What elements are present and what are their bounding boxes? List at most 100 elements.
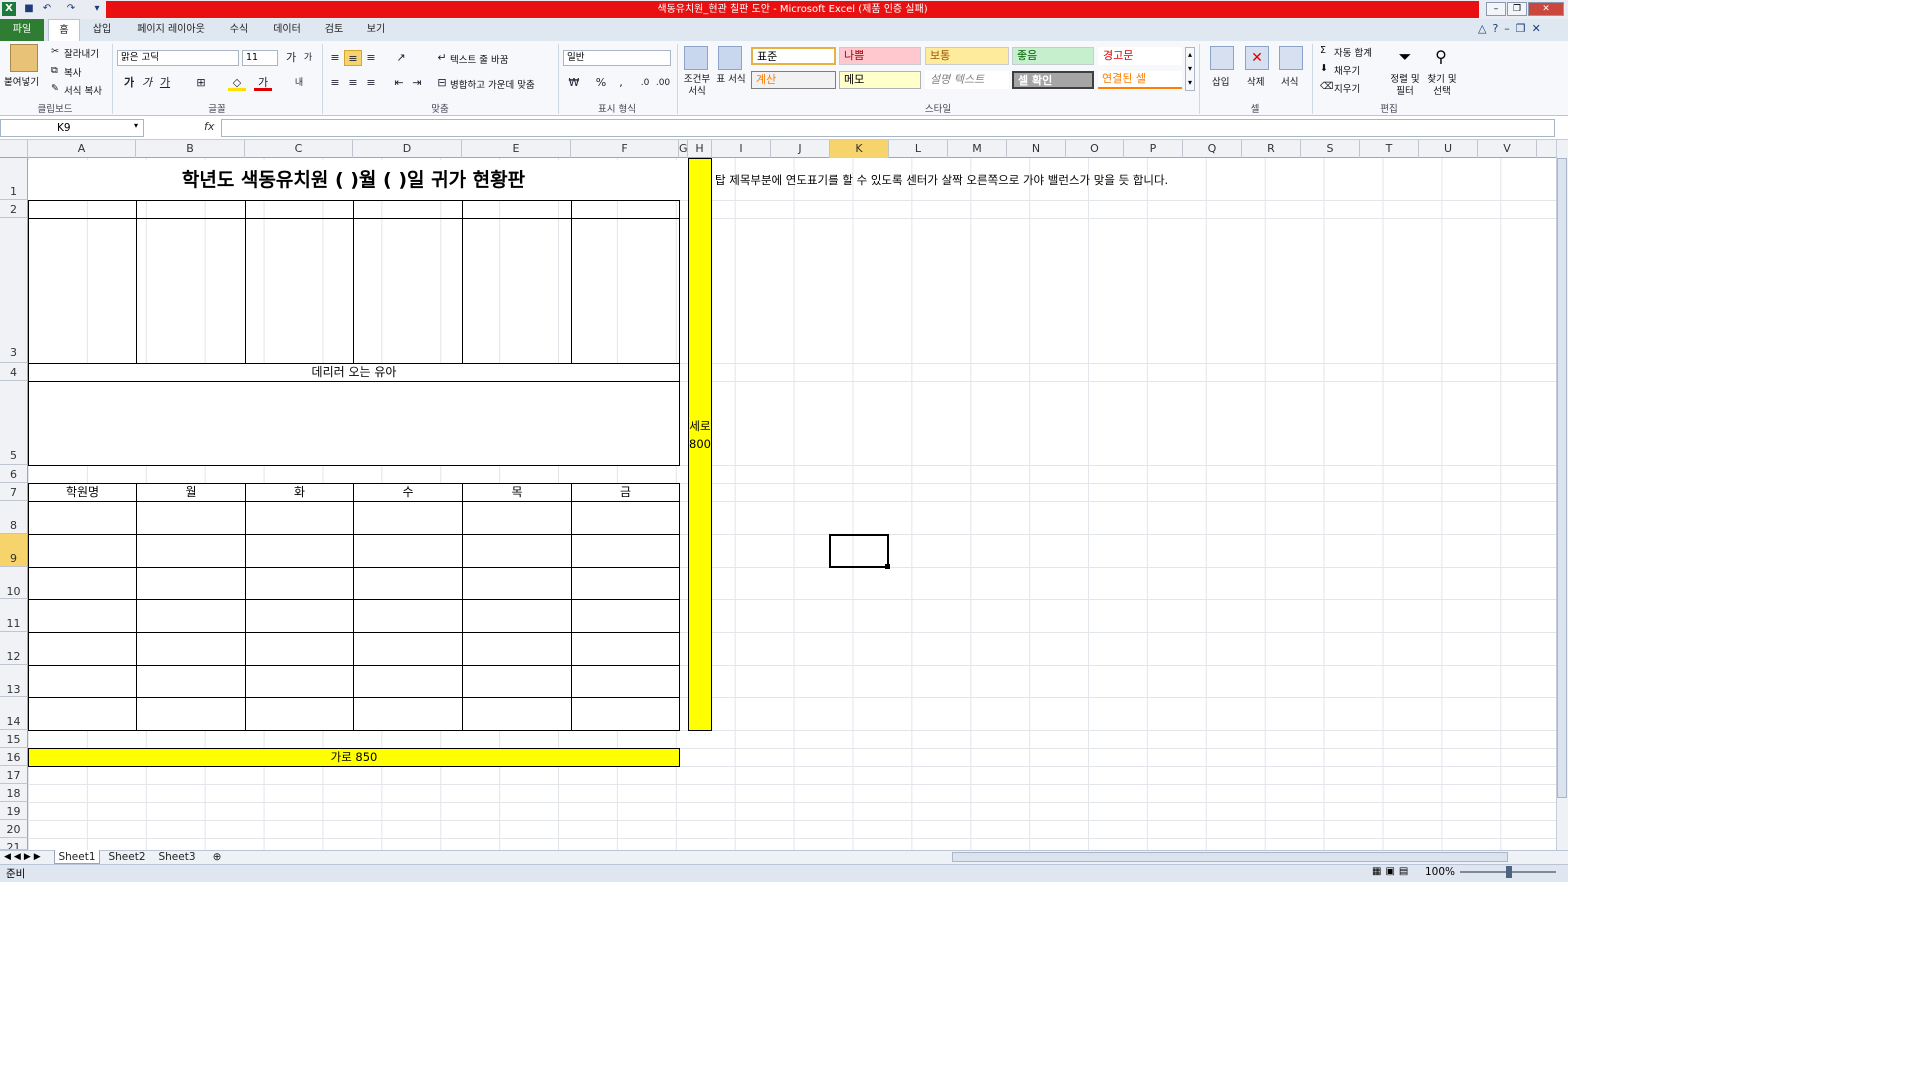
table-format-icon[interactable] xyxy=(718,46,742,70)
column-header[interactable]: O xyxy=(1066,140,1124,158)
comma-icon[interactable]: , xyxy=(612,75,630,91)
merge-center-button[interactable]: 병합하고 가운데 맞춤 xyxy=(450,77,535,91)
column-header[interactable]: S xyxy=(1301,140,1360,158)
paste-button[interactable]: 붙여넣기 xyxy=(4,74,39,88)
font-size-combo[interactable]: 11 xyxy=(242,50,278,66)
format-painter-icon[interactable]: ✎ xyxy=(51,83,59,94)
photo-cell[interactable] xyxy=(136,218,246,364)
insert-sheet-icon[interactable]: ⊕ xyxy=(208,850,226,864)
header-fri[interactable]: 금 xyxy=(571,483,680,502)
font-name-combo[interactable]: 맑은 고딕 xyxy=(117,50,239,66)
row-header[interactable]: 7 xyxy=(0,483,28,501)
close-button[interactable]: ✕ xyxy=(1528,2,1564,16)
column-header[interactable]: B xyxy=(136,140,245,158)
find-select-button[interactable]: 찾기 및 선택 xyxy=(1424,74,1460,98)
delete-cells-icon[interactable]: ✕ xyxy=(1245,46,1269,70)
photo-cell[interactable] xyxy=(462,218,572,364)
merge-center-icon[interactable]: ⊟ xyxy=(433,75,451,91)
row-header[interactable]: 21 xyxy=(0,838,28,850)
formula-input[interactable] xyxy=(221,119,1555,137)
pickup-label[interactable]: 데리러 오는 유아 xyxy=(28,363,680,382)
style-calculation[interactable]: 계산 xyxy=(751,71,836,89)
tab-formulas[interactable]: 수식 xyxy=(222,19,256,41)
vertical-size-label[interactable]: 세로800 xyxy=(688,158,712,731)
column-header[interactable]: D xyxy=(353,140,462,158)
insert-function-button[interactable]: fx xyxy=(204,120,214,133)
conditional-format-button[interactable]: 조건부 서식 xyxy=(682,74,712,98)
photo-cell[interactable] xyxy=(28,218,137,364)
bold-icon[interactable]: 가 xyxy=(120,75,138,91)
insert-cells-icon[interactable] xyxy=(1210,46,1234,70)
undo-icon[interactable]: ↶ xyxy=(40,2,54,16)
underline-icon[interactable]: 가 xyxy=(156,75,174,91)
row-header[interactable]: 6 xyxy=(0,465,28,483)
note-text[interactable]: 탑 제목부분에 연도표기를 할 수 있도록 센터가 살짝 오른쪽으로 가야 밸런… xyxy=(715,172,1168,188)
sheet-nav-arrows-icon[interactable]: ◀◀▶▶ xyxy=(4,850,44,864)
sigma-icon[interactable]: Σ xyxy=(1320,45,1326,56)
photo-cell[interactable] xyxy=(245,218,354,364)
table-cell[interactable] xyxy=(28,200,137,219)
column-header[interactable]: J xyxy=(771,140,830,158)
schedule-table[interactable] xyxy=(28,501,680,731)
style-check-cell[interactable]: 셀 확인 xyxy=(1012,71,1094,89)
table-cell[interactable] xyxy=(353,200,463,219)
header-tue[interactable]: 화 xyxy=(245,483,354,502)
photo-cell[interactable] xyxy=(571,218,680,364)
column-header[interactable]: Q xyxy=(1183,140,1242,158)
increase-indent-icon[interactable]: ⇥ xyxy=(408,75,426,91)
tab-review[interactable]: 검토 xyxy=(316,19,352,41)
redo-icon[interactable]: ↷ xyxy=(64,2,78,16)
active-cell-selection[interactable] xyxy=(829,534,889,568)
photo-cell[interactable] xyxy=(353,218,463,364)
row-header[interactable]: 4 xyxy=(0,363,28,381)
tab-home[interactable]: 홈 xyxy=(48,19,80,41)
save-icon[interactable]: ■ xyxy=(22,2,36,16)
format-cells-button[interactable]: 서식 xyxy=(1281,74,1298,88)
row-header[interactable]: 19 xyxy=(0,802,28,820)
paste-icon[interactable] xyxy=(10,44,38,72)
row-header[interactable]: 16 xyxy=(0,748,28,766)
style-note[interactable]: 메모 xyxy=(839,71,921,89)
row-header[interactable]: 2 xyxy=(0,200,28,218)
format-cells-icon[interactable] xyxy=(1279,46,1303,70)
align-bottom-icon[interactable]: ≡ xyxy=(362,50,380,66)
vertical-scroll-thumb[interactable] xyxy=(1557,158,1567,798)
style-neutral[interactable]: 보통 xyxy=(925,47,1009,65)
column-header[interactable]: U xyxy=(1419,140,1478,158)
column-header[interactable]: A xyxy=(28,140,136,158)
align-right-icon[interactable]: ≡ xyxy=(362,75,380,91)
tab-data[interactable]: 데이터 xyxy=(264,19,310,41)
zoom-slider-thumb[interactable] xyxy=(1506,866,1512,878)
table-cell[interactable] xyxy=(462,200,572,219)
row-header-active[interactable]: 9 xyxy=(0,534,28,567)
minimize-button[interactable]: – xyxy=(1486,2,1506,16)
fill-handle[interactable] xyxy=(885,564,890,569)
orientation-icon[interactable]: ↗ xyxy=(392,50,410,66)
tab-insert[interactable]: 삽입 xyxy=(84,19,120,41)
fill-button[interactable]: 채우기 xyxy=(1334,63,1360,77)
clear-button[interactable]: 지우기 xyxy=(1334,81,1360,95)
style-explanatory[interactable]: 설명 텍스트 xyxy=(925,71,1009,89)
view-mode-icons[interactable]: ▦▣▤ xyxy=(1372,866,1412,877)
wrap-text-button[interactable]: 텍스트 줄 바꿈 xyxy=(450,52,508,66)
header-mon[interactable]: 월 xyxy=(136,483,246,502)
font-color-icon[interactable]: 가 xyxy=(254,75,272,91)
help-icon[interactable]: △?–❐✕ xyxy=(1478,22,1564,38)
horizontal-size-label[interactable]: 가로 850 xyxy=(28,748,680,767)
italic-icon[interactable]: 가 xyxy=(138,75,156,91)
column-header[interactable]: V xyxy=(1478,140,1537,158)
decrease-decimal-icon[interactable]: .00 xyxy=(654,75,672,91)
table-cell[interactable] xyxy=(245,200,354,219)
style-linked-cell[interactable]: 연결된 셀 xyxy=(1098,71,1182,89)
align-middle-icon[interactable]: ≡ xyxy=(344,50,362,66)
name-box-dropdown-icon[interactable]: ▾ xyxy=(134,121,138,130)
customize-quick-access-icon[interactable]: ▾ xyxy=(90,2,104,16)
fill-color-icon[interactable]: ◇ xyxy=(228,75,246,91)
decrease-font-icon[interactable]: 가 xyxy=(299,50,317,66)
find-binoculars-icon[interactable]: ⚲ xyxy=(1430,46,1452,68)
row-header[interactable]: 14 xyxy=(0,697,28,730)
column-header[interactable]: F xyxy=(571,140,679,158)
row-header[interactable]: 20 xyxy=(0,820,28,838)
column-header[interactable]: C xyxy=(245,140,353,158)
sheet-tab[interactable]: Sheet3 xyxy=(154,850,200,864)
